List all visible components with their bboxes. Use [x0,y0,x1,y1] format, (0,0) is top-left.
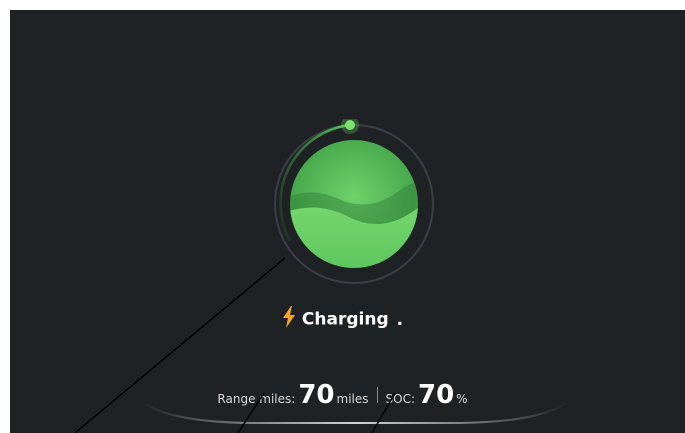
charging-status-label: Charging [301,309,389,330]
battery-gauge-graphic [274,119,434,284]
lightning-bolt-icon [282,306,296,333]
charging-screen: Charging. Range miles: 70 miles SOC: 70% [10,10,685,433]
battery-gauge [269,119,439,289]
charging-status: Charging. [10,306,675,333]
bottom-glow-arc [141,401,569,424]
charging-status-indicator: . [396,309,404,330]
